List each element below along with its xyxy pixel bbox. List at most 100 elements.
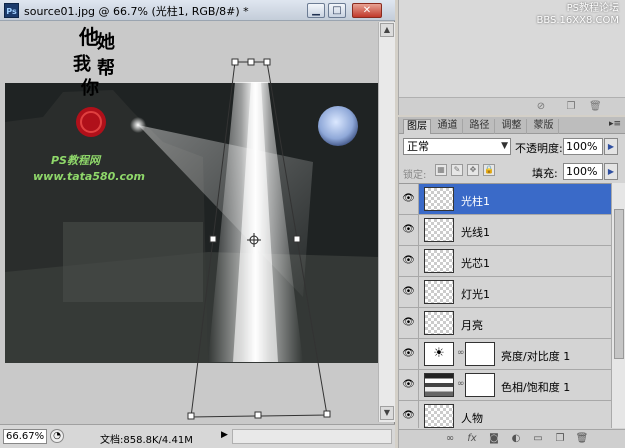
minimize-button[interactable]: ▁ <box>307 3 325 18</box>
fill-slider-arrow-icon[interactable]: ▶ <box>604 163 618 180</box>
photoshop-icon: Ps <box>4 3 19 18</box>
layer-row[interactable]: 👁 月亮 <box>399 308 611 339</box>
layer-mask-thumbnail <box>465 342 495 366</box>
status-bar: 66.67% ◔ 文档:858.8K/4.41M ▶ <box>0 424 395 448</box>
layer-row[interactable]: 👁 人物 <box>399 401 611 428</box>
vertical-scrollbar[interactable]: ▲ ▼ <box>378 22 395 422</box>
horizontal-scrollbar[interactable] <box>232 429 392 444</box>
layer-name: 光线1 <box>461 226 490 239</box>
lock-all-icon[interactable]: 🔒 <box>483 164 495 176</box>
blend-mode-select[interactable]: 正常 ▼ <box>403 138 511 155</box>
visibility-eye-icon[interactable]: 👁 <box>399 215 419 245</box>
opacity-label: 不透明度: <box>515 142 563 155</box>
status-info-icon[interactable]: ◔ <box>50 429 64 443</box>
scrollbar-thumb[interactable] <box>614 209 624 359</box>
zoom-field[interactable]: 66.67% <box>3 429 47 444</box>
maximize-button[interactable]: □ <box>328 3 346 18</box>
chevron-down-icon: ▼ <box>501 141 508 151</box>
scroll-down-arrow[interactable]: ▼ <box>380 406 394 420</box>
panel-tabs: 图层 通道 路径 调整 蒙版 ▸≡ <box>399 117 625 134</box>
calligraphy-char-5: 你 <box>80 77 99 99</box>
panel-menu-icon[interactable]: ▸≡ <box>609 119 621 129</box>
layer-list-scrollbar[interactable] <box>611 183 625 428</box>
clear-icon[interactable]: ⊘ <box>535 101 547 113</box>
layer-row[interactable]: 👁 ☀ ∞ 亮度/对比度 1 <box>399 339 611 370</box>
lock-label: 锁定: <box>403 170 427 181</box>
layer-thumbnail <box>424 218 454 242</box>
wall <box>63 222 203 302</box>
opacity-slider-arrow-icon[interactable]: ▶ <box>604 138 618 155</box>
layer-row[interactable]: 👁 光芯1 <box>399 246 611 277</box>
new-group-icon[interactable]: ▭ <box>531 432 545 446</box>
top-panel-footer: ⊘ ❐ 🗑 <box>399 97 625 115</box>
visibility-eye-icon[interactable]: 👁 <box>399 308 419 338</box>
visibility-eye-icon[interactable]: 👁 <box>399 370 419 400</box>
opacity-field[interactable]: 100% <box>563 138 603 155</box>
close-button[interactable]: ✕ <box>352 3 382 18</box>
trash-icon[interactable]: 🗑 <box>589 101 602 113</box>
calligraphy-char-3: 我 <box>73 54 91 75</box>
layer-thumbnail <box>424 404 454 428</box>
new-layer-icon[interactable]: ❐ <box>553 432 567 446</box>
layer-name: 灯光1 <box>461 288 490 301</box>
visibility-eye-icon[interactable]: 👁 <box>399 339 419 369</box>
layer-row[interactable]: 👁 灯光1 <box>399 277 611 308</box>
layer-mask-thumbnail <box>465 373 495 397</box>
layers-footer: ∞ fx ◙ ◐ ▭ ❐ 🗑 <box>399 429 625 448</box>
lock-transparent-icon[interactable]: ▦ <box>435 164 447 176</box>
layer-thumbnail <box>424 249 454 273</box>
layer-name: 光柱1 <box>461 195 490 208</box>
lock-pixels-icon[interactable]: ✎ <box>451 164 463 176</box>
tab-channels[interactable]: 通道 <box>433 119 463 134</box>
top-right-panel: PS教程论坛 BBS.16XX8.COM ⊘ ❐ 🗑 <box>398 0 625 115</box>
tab-adjustments[interactable]: 调整 <box>497 119 527 134</box>
calligraphy-char-4: 帮 <box>97 57 115 79</box>
calligraphy-char-1: 他 <box>78 25 99 49</box>
layers-panel: 图层 通道 路径 调整 蒙版 ▸≡ 正常 ▼ 不透明度: 100% ▶ 锁定: … <box>398 117 625 448</box>
layer-list: 👁 光柱1 👁 光线1 👁 光芯1 👁 灯光1 👁 月亮 👁 ☀ ∞ 亮度/对比… <box>399 183 611 428</box>
fill-field[interactable]: 100% <box>563 163 603 180</box>
brightness-contrast-icon: ☀ <box>424 342 454 366</box>
site-url: www.tata580.com <box>33 170 145 183</box>
layer-thumbnail <box>424 280 454 304</box>
fill-label: 填充: <box>532 167 558 180</box>
lamp-glow <box>130 117 146 133</box>
visibility-eye-icon[interactable]: 👁 <box>399 246 419 276</box>
hue-saturation-icon <box>424 373 454 397</box>
layer-name: 月亮 <box>461 319 483 332</box>
lock-position-icon[interactable]: ✥ <box>467 164 479 176</box>
add-mask-icon[interactable]: ◙ <box>487 432 501 446</box>
layer-style-fx-icon[interactable]: fx <box>465 432 479 446</box>
document-size-info: 文档:858.8K/4.41M <box>100 435 193 446</box>
chain-link-icon: ∞ <box>457 379 465 389</box>
document-title-bar[interactable]: Ps source01.jpg @ 66.7% (光柱1, RGB/8#) * … <box>0 0 395 21</box>
layer-name: 光芯1 <box>461 257 490 270</box>
tab-masks[interactable]: 蒙版 <box>529 119 559 134</box>
tab-layers[interactable]: 图层 <box>403 119 431 134</box>
forum-watermark: PS教程论坛 BBS.16XX8.COM <box>536 3 619 27</box>
layer-name: 人物 <box>461 412 483 425</box>
visibility-eye-icon[interactable]: 👁 <box>399 277 419 307</box>
layer-thumbnail <box>424 311 454 335</box>
layer-thumbnail <box>424 187 454 211</box>
document-window: Ps source01.jpg @ 66.7% (光柱1, RGB/8#) * … <box>0 0 395 448</box>
visibility-eye-icon[interactable]: 👁 <box>399 401 419 428</box>
layer-name: 亮度/对比度 1 <box>501 350 571 363</box>
moon <box>318 106 358 146</box>
blend-mode-value: 正常 <box>407 140 429 153</box>
tab-paths[interactable]: 路径 <box>465 119 495 134</box>
calligraphy-char-2: 她 <box>97 31 115 53</box>
link-layers-icon[interactable]: ∞ <box>443 432 457 446</box>
canvas-image: 他 她 我 帮 你 PS教程网 www.tata580.com <box>5 25 378 420</box>
layer-row[interactable]: 👁 光线1 <box>399 215 611 246</box>
layer-row[interactable]: 👁 ∞ 色相/饱和度 1 <box>399 370 611 401</box>
new-item-icon[interactable]: ❐ <box>565 101 577 113</box>
watermark-line-2: BBS.16XX8.COM <box>536 15 619 26</box>
status-menu-arrow-icon[interactable]: ▶ <box>221 430 228 440</box>
delete-layer-icon[interactable]: 🗑 <box>575 432 589 446</box>
adjustment-layer-icon[interactable]: ◐ <box>509 432 523 446</box>
canvas-area[interactable]: 他 她 我 帮 你 PS教程网 www.tata580.com <box>3 22 378 422</box>
visibility-eye-icon[interactable]: 👁 <box>399 184 419 214</box>
scroll-up-arrow[interactable]: ▲ <box>380 23 394 37</box>
layer-row[interactable]: 👁 光柱1 <box>399 184 611 215</box>
